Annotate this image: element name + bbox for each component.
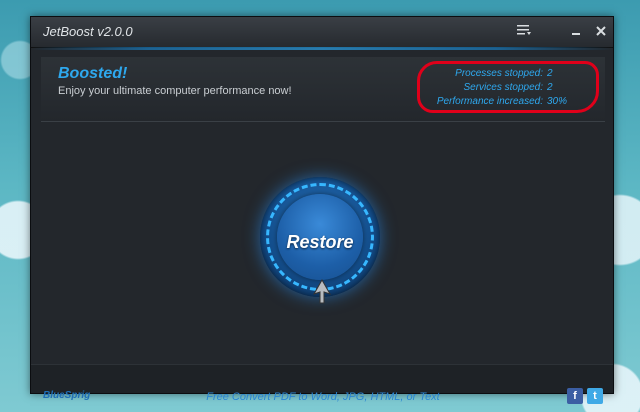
status-heading: Boosted! bbox=[58, 65, 128, 82]
title-bar[interactable]: JetBoost v2.0.0 bbox=[31, 17, 613, 50]
menu-icon[interactable] bbox=[515, 23, 533, 41]
promo-link[interactable]: Free Convert PDF to Word, JPG, HTML, or … bbox=[31, 391, 615, 403]
window-title: JetBoost v2.0.0 bbox=[43, 24, 133, 39]
facebook-icon[interactable]: f bbox=[567, 388, 583, 404]
footer-bar bbox=[31, 364, 613, 393]
red-highlight-annotation bbox=[417, 61, 599, 113]
restore-button-label: Restore bbox=[286, 232, 354, 252]
mouse-cursor-icon bbox=[313, 279, 331, 304]
minimize-icon[interactable] bbox=[567, 23, 585, 41]
jetboost-window: JetBoost v2.0.0 Boosted! Enjoy your ulti… bbox=[30, 16, 614, 404]
status-message: Enjoy your ultimate computer performance… bbox=[58, 85, 292, 97]
twitter-icon[interactable]: t bbox=[587, 388, 603, 404]
close-icon[interactable] bbox=[592, 23, 610, 41]
